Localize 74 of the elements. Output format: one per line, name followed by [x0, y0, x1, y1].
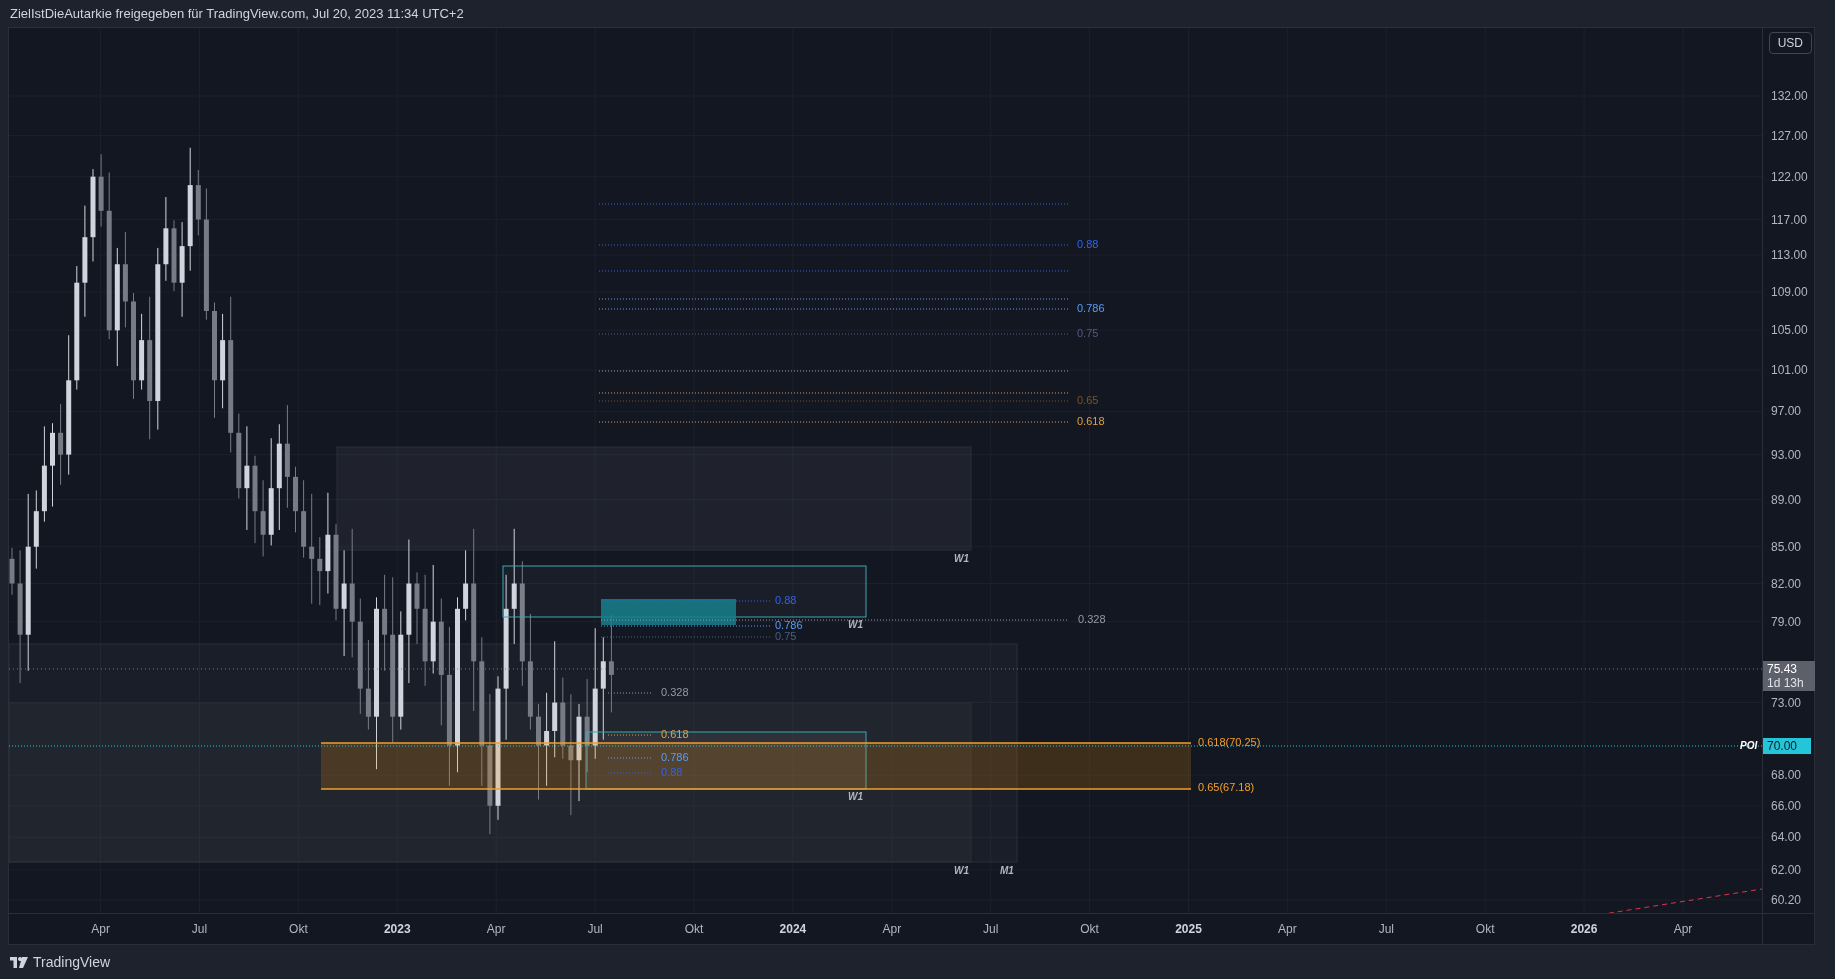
time-tick: Jul [191, 921, 208, 937]
time-tick: Okt [289, 921, 308, 937]
fib-label: 0.328 [661, 685, 689, 698]
price-tick: 68.00 [1771, 767, 1802, 784]
price-tick: 113.00 [1771, 247, 1807, 264]
price-tick: 122.00 [1771, 168, 1808, 185]
currency-button[interactable]: USD [1768, 32, 1812, 54]
fib-label: 0.786 [775, 618, 803, 631]
price-tick: 85.00 [1771, 538, 1802, 555]
price-value: 75.43 [1767, 662, 1799, 676]
time-tick: 2024 [779, 921, 807, 937]
fib-line [607, 692, 653, 694]
price-tick: 117.00 [1771, 211, 1807, 228]
price-tick: 82.00 [1771, 575, 1802, 592]
countdown: 1d 13h [1767, 676, 1805, 690]
price-tick: 127.00 [1771, 127, 1808, 144]
fib-line [607, 757, 653, 759]
fib-label: 0.88 [661, 765, 683, 778]
price-tick: 89.00 [1771, 491, 1802, 508]
price-tick: 79.00 [1771, 613, 1802, 630]
time-tick: Apr [1278, 921, 1297, 937]
time-tick: Apr [91, 921, 110, 937]
candle [317, 536, 323, 606]
candle [9, 547, 15, 596]
logo-icon [10, 956, 28, 968]
price-tick: 105.00 [1771, 322, 1808, 339]
zone-tag: W1 [848, 790, 863, 802]
fib-label: 0.618 [661, 727, 689, 740]
time-tick: Apr [1673, 921, 1693, 937]
fib-line [607, 772, 653, 774]
price-tick: 60.20 [1771, 891, 1802, 908]
time-tick: 2023 [383, 921, 411, 937]
price-tick: 97.00 [1771, 403, 1802, 420]
price-tick: 109.00 [1771, 284, 1808, 301]
time-tick: Jul [1378, 921, 1394, 937]
poi-tag: POI [1740, 739, 1758, 751]
zone-tag: W1 [954, 864, 969, 876]
time-tick: Jul [983, 921, 999, 937]
fib-label: 0.786 [661, 750, 689, 763]
brand-name: TradingView [33, 952, 111, 972]
price-tick: 73.00 [1771, 694, 1802, 711]
zone-tag: W1 [954, 552, 969, 564]
time-tick: Okt [684, 921, 704, 937]
price-tick: 132.00 [1771, 88, 1808, 104]
fib-label: 0.88 [775, 593, 797, 606]
fib-label: 0.328 [1078, 612, 1106, 625]
time-tick: Okt [1475, 921, 1495, 937]
time-tick: Apr [882, 921, 902, 937]
level-label: 0.65(67.18) [1198, 780, 1255, 793]
zone-tag: M1 [1000, 864, 1014, 876]
fib-label: 0.618 [1077, 414, 1105, 427]
fib-label: 0.75 [775, 629, 797, 642]
candle [195, 169, 201, 236]
share-caption: ZielIstDieAutarkie freigegeben für TradingView.com, Jul 20, 2023 11:34 UTC+2 [10, 4, 464, 23]
time-tick: Apr [486, 921, 506, 937]
fib-label: 0.75 [1077, 326, 1099, 339]
zone-tag: W1 [848, 618, 863, 630]
price-tick: 66.00 [1771, 797, 1802, 814]
fib-label: 0.786 [1077, 301, 1105, 314]
time-tick: 2026 [1570, 921, 1598, 937]
price-tick: 101.00 [1771, 362, 1808, 379]
price-tick: 64.00 [1771, 829, 1802, 846]
candle [463, 549, 469, 621]
price-tick: 93.00 [1771, 446, 1802, 463]
poi-price-badge: 70.00 [1763, 738, 1811, 754]
level-label: 0.618(70.25) [1198, 735, 1261, 748]
time-tick: 2025 [1175, 921, 1202, 937]
fib-label: 0.88 [1077, 237, 1099, 250]
time-tick: Jul [587, 921, 603, 937]
candle [293, 466, 298, 533]
fib-line [607, 734, 653, 736]
price-tick: 62.00 [1771, 861, 1802, 878]
fib-label: 0.65 [1077, 393, 1099, 406]
time-tick: Okt [1080, 921, 1099, 937]
